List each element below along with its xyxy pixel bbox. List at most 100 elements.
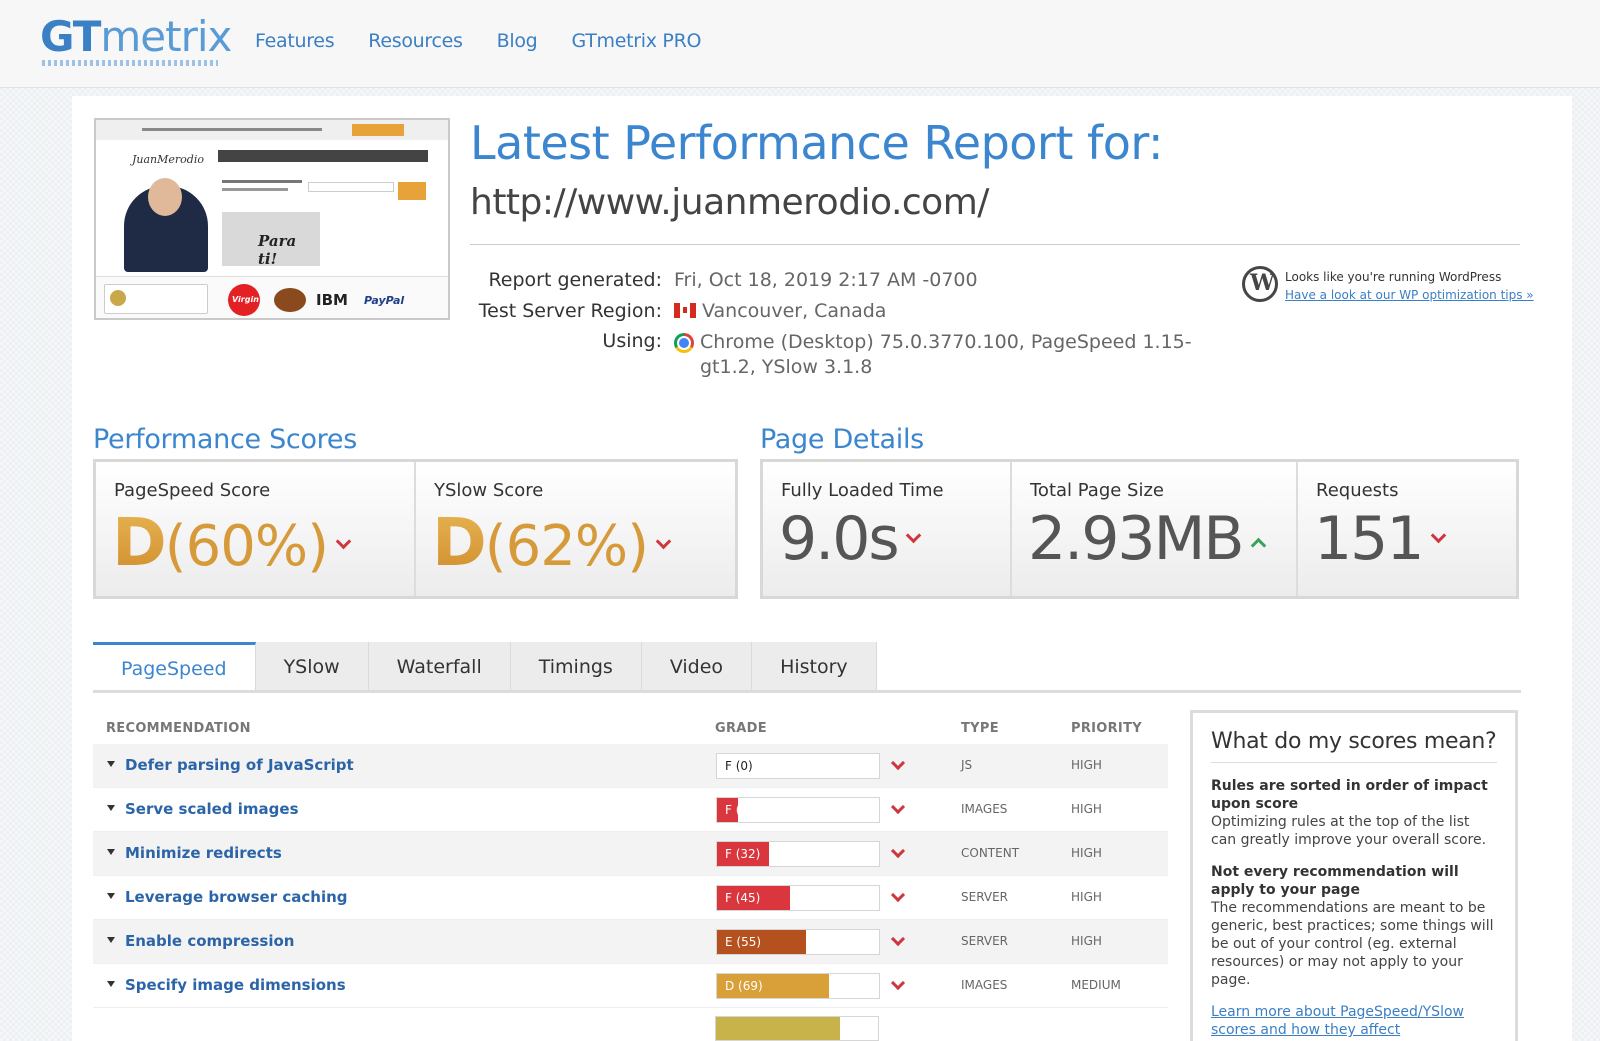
column-priority: PRIORITY [1071,721,1142,736]
grade-text: E (55) [725,935,762,949]
priority-value: MEDIUM [1071,978,1121,992]
table-row[interactable]: Minimize redirects F (32) CONTENT HIGH [93,832,1168,876]
page-screenshot-thumbnail[interactable]: JuanMerodio Para ti! Virgin IBM PayPal [94,118,450,320]
performance-scores-box: PageSpeed Score D(60%) YSlow Score D(62%… [93,459,738,599]
fully-loaded-label: Fully Loaded Time [781,480,944,501]
trend-down-icon [905,527,921,544]
page-size-value: 2.93MB [1028,504,1245,574]
table-row[interactable]: Enable compression E (55) SERVER HIGH [93,920,1168,964]
expand-triangle-icon[interactable] [107,981,115,987]
priority-value: HIGH [1071,890,1102,904]
meta-value-region: Vancouver, Canada [702,300,887,322]
table-row[interactable]: Leverage browser caching F (45) SERVER HIGH [93,876,1168,920]
column-grade: GRADE [715,721,767,736]
grade-bar: E (55) [716,929,880,955]
expand-triangle-icon[interactable] [107,805,115,811]
chevron-down-icon[interactable] [890,931,906,947]
report-tabs: PageSpeed YSlow Waterfall Timings Video … [93,642,877,692]
info-bold-2: Not every recommendation will apply to y… [1211,864,1459,898]
learn-more-link[interactable]: Learn more about PageSpeed/YSlow scores … [1211,1003,1497,1041]
type-value: CONTENT [961,846,1020,860]
grade-text: F (13) [725,803,761,817]
type-value: IMAGES [961,802,1008,816]
recommendation-name[interactable]: Enable compression [125,932,294,950]
meta-value-generated: Fri, Oct 18, 2019 2:17 AM -0700 [674,269,978,291]
meta-value-using: Chrome (Desktop) 75.0.3770.100, PageSpee… [700,331,1192,378]
report-card: JuanMerodio Para ti! Virgin IBM PayPal L… [72,96,1572,1041]
grade-bar-partial [715,1016,879,1041]
info-bold-1: Rules are sorted in order of impact upon… [1211,778,1488,812]
grade-bar: F (45) [716,885,880,911]
fully-loaded-cell: Fully Loaded Time 9.0s [763,462,1012,596]
logo-decoration [42,60,218,66]
nav-blog[interactable]: Blog [497,30,538,52]
trend-up-icon [1250,537,1266,554]
recommendation-name[interactable]: Defer parsing of JavaScript [125,756,354,774]
pagespeed-score-cell: PageSpeed Score D(60%) [96,462,416,596]
trend-down-icon [655,533,672,550]
yslow-grade: D [432,504,487,581]
yslow-score-label: YSlow Score [434,480,544,501]
recommendation-name[interactable]: Minimize redirects [125,844,282,862]
report-title: Latest Performance Report for: [470,116,1163,170]
priority-value: HIGH [1071,934,1102,948]
info-text-1: Optimizing rules at the top of the list … [1211,814,1487,848]
chevron-down-icon[interactable] [890,799,906,815]
top-navbar: GTmetrix Features Resources Blog GTmetri… [0,0,1600,88]
meta-key-using: Using: [602,330,662,352]
page-size-cell: Total Page Size 2.93MB [1012,462,1298,596]
chrome-icon [674,333,694,353]
thumb-logo-ibm: IBM [316,291,348,309]
tab-waterfall[interactable]: Waterfall [368,642,511,692]
table-row[interactable]: Specify image dimensions D (69) IMAGES MEDI… [93,964,1168,1008]
priority-value: HIGH [1071,802,1102,816]
table-row[interactable]: Defer parsing of JavaScript F (0) JS HIGH [93,744,1168,788]
tab-timings[interactable]: Timings [510,642,642,692]
pagespeed-grade: D [112,504,167,581]
thumb-brand: JuanMerodio [132,153,204,166]
type-value: SERVER [961,934,1009,948]
expand-triangle-icon[interactable] [107,761,115,767]
nav-features[interactable]: Features [255,30,335,52]
nav-resources[interactable]: Resources [368,30,463,52]
main-nav: Features Resources Blog GTmetrix PRO [255,30,701,52]
nav-gtmetrix-pro[interactable]: GTmetrix PRO [571,30,701,52]
tab-history[interactable]: History [752,642,877,692]
expand-triangle-icon[interactable] [107,893,115,899]
column-type: TYPE [961,721,999,736]
scores-info-box: What do my scores mean? Rules are sorted… [1190,710,1518,1041]
requests-label: Requests [1316,480,1399,501]
canada-flag-icon [674,303,696,318]
fully-loaded-value: 9.0s [779,504,900,574]
title-divider [470,244,1520,245]
chevron-down-icon[interactable] [890,887,906,903]
tabs-divider [93,690,1521,693]
tab-video[interactable]: Video [641,642,753,692]
expand-triangle-icon[interactable] [107,937,115,943]
tab-pagespeed[interactable]: PageSpeed [93,642,256,692]
chevron-down-icon[interactable] [890,843,906,859]
priority-value: HIGH [1071,846,1102,860]
type-value: IMAGES [961,978,1008,992]
recommendation-name[interactable]: Leverage browser caching [125,888,348,906]
priority-value: HIGH [1071,758,1102,772]
chevron-down-icon[interactable] [890,975,906,991]
recommendation-name[interactable]: Specify image dimensions [125,976,346,994]
requests-cell: Requests 151 [1298,462,1516,596]
expand-triangle-icon[interactable] [107,849,115,855]
performance-scores-heading: Performance Scores [93,424,357,455]
info-text-2: The recommendations are meant to be gene… [1211,900,1494,988]
wordpress-tips-link[interactable]: Have a look at our WP optimization tips … [1285,288,1534,302]
report-meta: Report generated: Fri, Oct 18, 2019 2:17… [470,268,1194,378]
table-row[interactable]: Serve scaled images F (13) IMAGES HIGH [93,788,1168,832]
tab-yslow[interactable]: YSlow [255,642,369,692]
grade-bar: F (0) [716,753,880,779]
recommendation-name[interactable]: Serve scaled images [125,800,299,818]
gtmetrix-logo[interactable]: GTmetrix [40,12,232,61]
chevron-down-icon[interactable] [890,755,906,771]
thumb-card-text: Para ti! [258,232,297,268]
recommendations-table: Defer parsing of JavaScript F (0) JS HIGH Se… [93,744,1168,1008]
page-size-label: Total Page Size [1030,480,1165,501]
pagespeed-score-label: PageSpeed Score [114,480,271,501]
thumb-logo-virgin: Virgin [232,295,259,304]
